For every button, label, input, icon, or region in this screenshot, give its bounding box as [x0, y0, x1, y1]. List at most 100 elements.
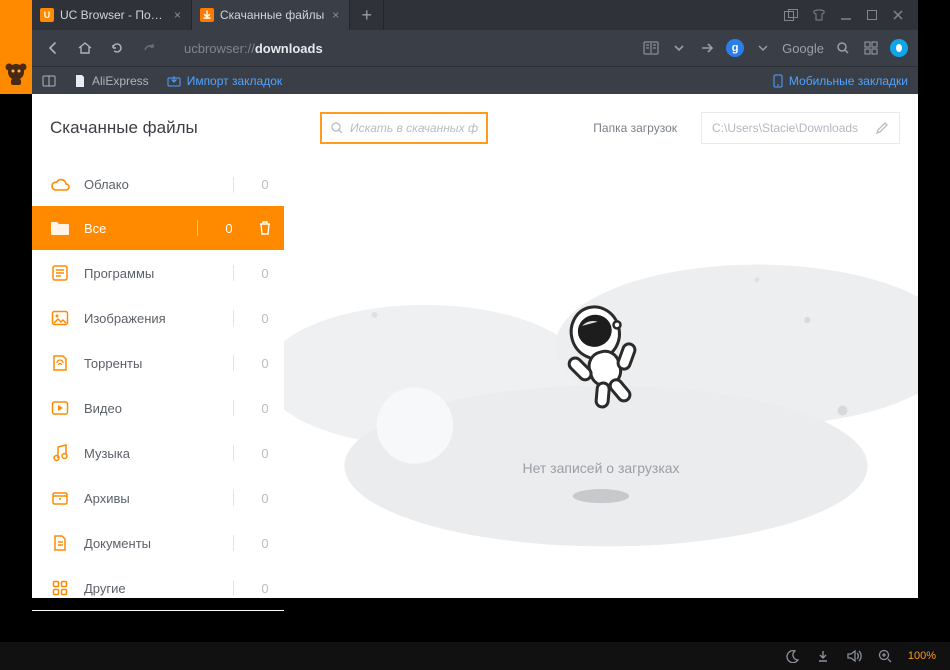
sidebar-item-music[interactable]: Музыка 0 — [32, 431, 284, 476]
video-icon — [50, 398, 70, 418]
sidebar-item-archives[interactable]: Архивы 0 — [32, 476, 284, 521]
window-controls — [770, 0, 918, 30]
astronaut-icon — [546, 294, 656, 429]
sidebar-item-label: Торренты — [84, 356, 219, 371]
home-button[interactable] — [74, 37, 96, 59]
sidebar-item-all[interactable]: Все 0 — [32, 206, 284, 251]
tab-label: UC Browser - Погода, — [60, 8, 166, 22]
bookmarks-toggle-icon[interactable] — [42, 75, 56, 87]
uc-egg-icon[interactable] — [890, 39, 908, 57]
maximize-button[interactable] — [866, 9, 878, 21]
downloads-status-icon[interactable] — [816, 649, 830, 663]
trash-icon[interactable] — [258, 220, 272, 236]
sidebar-item-images[interactable]: Изображения 0 — [32, 296, 284, 341]
uc-logo-strip — [0, 0, 32, 94]
forward-arrow-icon[interactable] — [698, 39, 716, 57]
close-window-button[interactable] — [892, 9, 904, 21]
category-sidebar: Облако 0 Все 0 Программы 0 — [32, 164, 284, 611]
download-folder-path-field[interactable] — [701, 112, 900, 144]
browser-window: U UC Browser - Погода, × Скачанные файлы… — [32, 0, 918, 598]
bookmark-label: AliExpress — [92, 74, 149, 88]
url-field[interactable]: ucbrowser://downloads — [170, 41, 632, 56]
close-tab-button[interactable]: × — [330, 8, 341, 22]
import-icon — [167, 75, 181, 87]
sidebar-item-apps[interactable]: Программы 0 — [32, 251, 284, 296]
sidebar-item-label: Музыка — [84, 446, 219, 461]
import-bookmarks-button[interactable]: Импорт закладок — [167, 74, 282, 88]
download-favicon-icon — [200, 8, 214, 22]
chevron-down-icon[interactable] — [754, 39, 772, 57]
forward-arc-button[interactable] — [138, 37, 160, 59]
document-icon — [50, 533, 70, 553]
search-input[interactable] — [350, 121, 478, 135]
downloads-page: Скачанные файлы Папка загрузок Облако 0 — [32, 94, 918, 598]
music-icon — [50, 443, 70, 463]
sidebar-count: 0 — [258, 536, 272, 551]
reload-button[interactable] — [106, 37, 128, 59]
search-engine-badge[interactable]: g — [726, 39, 744, 57]
url-path: downloads — [255, 41, 323, 56]
reader-mode-icon[interactable] — [642, 39, 660, 57]
image-icon — [50, 308, 70, 328]
download-path-input[interactable] — [712, 121, 867, 135]
close-tab-button[interactable]: × — [172, 8, 183, 22]
empty-state-text: Нет записей о загрузках — [522, 460, 679, 476]
back-button[interactable] — [42, 37, 64, 59]
sidebar-count: 0 — [258, 446, 272, 461]
sound-icon[interactable] — [846, 649, 862, 663]
sidebar-item-label: Изображения — [84, 311, 219, 326]
skin-icon[interactable] — [812, 9, 826, 21]
chevron-down-icon[interactable] — [670, 39, 688, 57]
folder-icon — [50, 218, 70, 238]
zoom-icon[interactable] — [878, 649, 892, 663]
mobile-bookmarks-label: Мобильные закладки — [789, 74, 908, 88]
night-mode-icon[interactable] — [786, 649, 800, 663]
sidebar-item-docs[interactable]: Документы 0 — [32, 521, 284, 566]
mobile-bookmarks-button[interactable]: Мобильные закладки — [773, 74, 908, 88]
downloads-search[interactable] — [320, 112, 488, 144]
new-tab-button[interactable]: + — [350, 0, 384, 30]
search-engine-label: Google — [782, 41, 824, 56]
edit-icon[interactable] — [875, 121, 889, 135]
file-icon — [74, 74, 86, 88]
sidebar-count: 0 — [258, 177, 272, 192]
sidebar-item-video[interactable]: Видео 0 — [32, 386, 284, 431]
bookmarks-bar: AliExpress Импорт закладок Мобильные зак… — [32, 66, 918, 94]
tab-downloads[interactable]: Скачанные файлы × — [192, 0, 350, 30]
sidebar-item-label: Видео — [84, 401, 219, 416]
uc-logo-icon — [4, 62, 28, 86]
url-scheme: ucbrowser:// — [184, 41, 255, 56]
mobile-icon — [773, 74, 783, 88]
sidebar-item-label: Архивы — [84, 491, 219, 506]
sidebar-count: 0 — [258, 491, 272, 506]
sidebar-count: 0 — [258, 581, 272, 596]
apps-grid-icon[interactable] — [862, 39, 880, 57]
sidebar-item-label: Программы — [84, 266, 219, 281]
clone-window-icon[interactable] — [784, 9, 798, 21]
zoom-level[interactable]: 100% — [908, 650, 936, 662]
tab-uc-weather[interactable]: U UC Browser - Погода, × — [32, 0, 192, 30]
minimize-button[interactable] — [840, 9, 852, 21]
apps-icon — [50, 263, 70, 283]
svg-text:U: U — [44, 10, 51, 20]
sidebar-item-label: Документы — [84, 536, 219, 551]
downloads-body: Облако 0 Все 0 Программы 0 — [32, 164, 918, 611]
address-bar: ucbrowser://downloads g Google — [32, 30, 918, 66]
cloud-icon — [50, 175, 70, 195]
page-title: Скачанные файлы — [50, 118, 300, 138]
sidebar-item-label: Все — [84, 221, 183, 236]
downloads-main-pane: Нет записей о загрузках — [284, 164, 918, 611]
sidebar-count: 0 — [258, 311, 272, 326]
sidebar-count: 0 — [258, 356, 272, 371]
bookmark-aliexpress[interactable]: AliExpress — [74, 74, 149, 88]
sidebar-item-other[interactable]: Другие 0 — [32, 566, 284, 611]
sidebar-item-label: Облако — [84, 177, 219, 192]
tab-label: Скачанные файлы — [220, 8, 324, 22]
search-icon[interactable] — [834, 39, 852, 57]
sidebar-item-torrents[interactable]: Торренты 0 — [32, 341, 284, 386]
sidebar-count: 0 — [258, 401, 272, 416]
status-bar: 100% — [0, 642, 950, 670]
download-folder-label: Папка загрузок — [593, 121, 677, 135]
grid-icon — [50, 578, 70, 598]
sidebar-item-cloud[interactable]: Облако 0 — [32, 164, 284, 206]
